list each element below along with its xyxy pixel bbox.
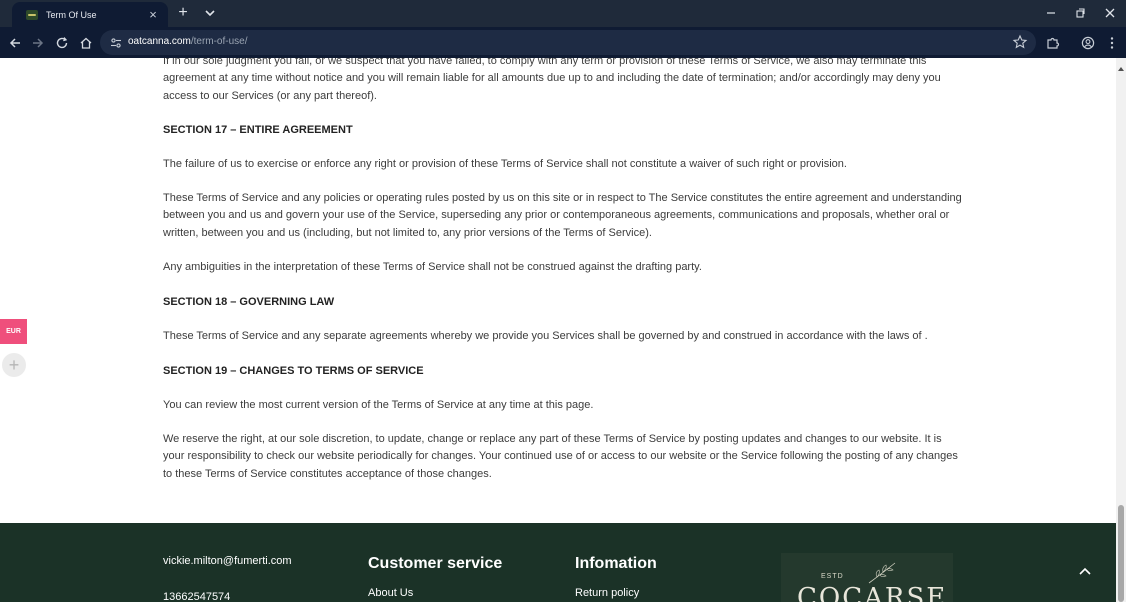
url-text: oatcanna.com/term-of-use/ (128, 36, 248, 47)
footer-phone-link[interactable]: 13662547574 (163, 591, 230, 602)
site-favicon-icon (26, 9, 38, 20)
new-tab-icon[interactable]: + (175, 4, 191, 22)
browser-tab-strip: Term Of Use × + (0, 0, 1126, 27)
leaf-sprig-icon (868, 562, 896, 584)
tab-search-chevron-icon[interactable] (202, 5, 218, 21)
scrollbar-thumb[interactable] (1118, 505, 1124, 602)
section-17-paragraph-2: These Terms of Service and any policies … (163, 192, 962, 239)
terms-content: If in our sole judgment you fail, or we … (0, 58, 1116, 523)
logo-brand-text: COCARSE (797, 583, 948, 602)
browser-tab[interactable]: Term Of Use × (12, 2, 168, 27)
currency-switcher-button[interactable]: EUR (0, 319, 27, 344)
section-17-heading: SECTION 17 – ENTIRE AGREEMENT (163, 124, 353, 136)
termination-paragraph: If in our sole judgment you fail, or we … (163, 58, 941, 102)
brand-logo: ESTD COCARSE (781, 553, 953, 602)
section-19-paragraph-2: We reserve the right, at our sole discre… (163, 433, 958, 480)
return-policy-link[interactable]: Return policy (575, 587, 639, 599)
about-us-link[interactable]: About Us (368, 587, 413, 599)
floating-plus-icon[interactable]: + (2, 353, 26, 377)
url-path: /term-of-use/ (190, 36, 248, 47)
site-info-tune-icon[interactable] (110, 36, 122, 48)
close-window-icon[interactable] (1101, 4, 1119, 22)
section-19-paragraph-1: You can review the most current version … (163, 399, 594, 411)
customer-service-heading: Customer service (368, 555, 503, 572)
url-host: oatcanna.com (128, 36, 191, 47)
page-scrollbar[interactable] (1116, 58, 1126, 602)
information-heading: Infomation (575, 555, 657, 572)
tab-close-icon[interactable]: × (146, 7, 160, 22)
section-18-heading: SECTION 18 – GOVERNING LAW (163, 296, 335, 308)
browser-menu-kebab-icon[interactable] (1102, 33, 1122, 53)
logo-estd-text: ESTD (821, 573, 844, 580)
tab-title: Term Of Use (46, 9, 97, 20)
restore-window-icon[interactable] (1071, 4, 1089, 22)
reload-icon[interactable] (52, 33, 72, 53)
minimize-window-icon[interactable] (1042, 4, 1060, 22)
browser-toolbar: oatcanna.com/term-of-use/ (0, 27, 1126, 58)
site-footer: vickie.milton@fumerti.com 13662547574 Cu… (0, 523, 1116, 602)
footer-email-link[interactable]: vickie.milton@fumerti.com (163, 555, 292, 567)
forward-arrow-icon[interactable] (28, 33, 48, 53)
section-18-paragraph-1: These Terms of Service and any separate … (163, 330, 928, 342)
profile-avatar-icon[interactable] (1078, 33, 1098, 53)
section-19-heading: SECTION 19 – CHANGES TO TERMS OF SERVICE (163, 365, 424, 377)
bookmark-star-icon[interactable] (1012, 34, 1028, 50)
home-icon[interactable] (76, 33, 96, 53)
extensions-puzzle-icon[interactable] (1043, 33, 1063, 53)
back-arrow-icon[interactable] (5, 33, 25, 53)
back-to-top-chevron-icon[interactable] (1076, 563, 1094, 581)
section-17-paragraph-3: Any ambiguities in the interpretation of… (163, 261, 702, 273)
address-bar[interactable]: oatcanna.com/term-of-use/ (100, 30, 1036, 55)
section-17-paragraph-1: The failure of us to exercise or enforce… (163, 158, 847, 170)
scroll-up-arrow-icon[interactable] (1117, 60, 1125, 71)
